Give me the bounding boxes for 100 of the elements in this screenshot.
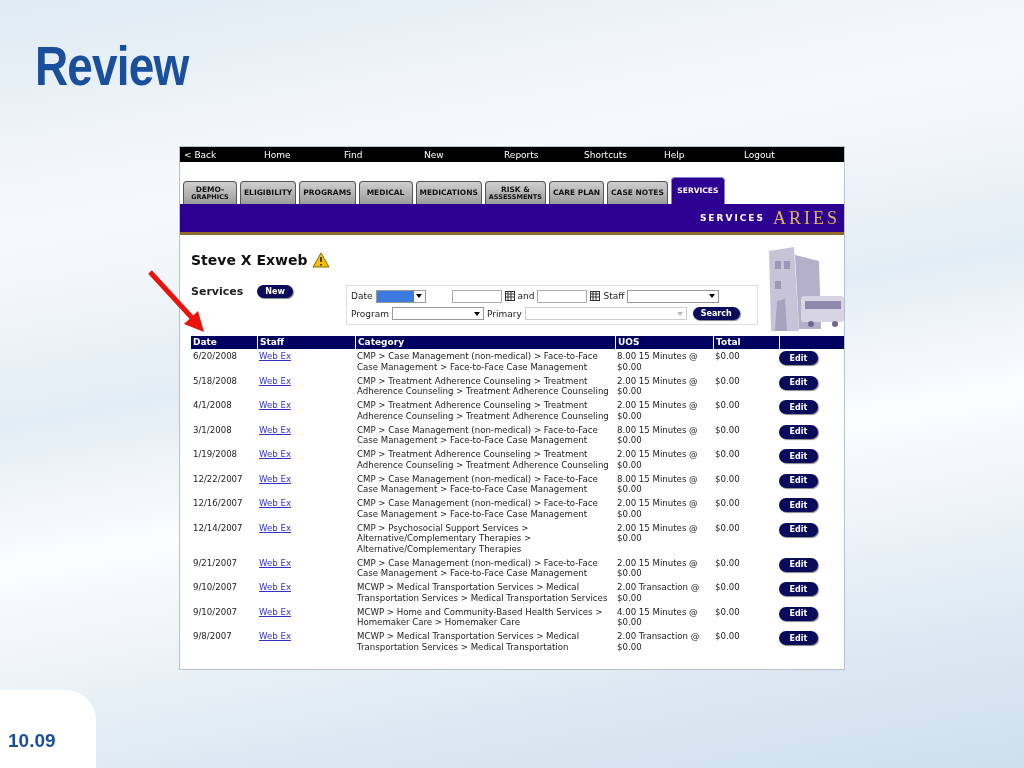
date-cell-text: 9/10/2007 xyxy=(192,605,239,619)
category-cell-text: CMP > Case Management (non-medical) > Face-to-Face Case Management > Face-to-Face Case Management xyxy=(356,350,599,374)
client-name: Steve X Exweb xyxy=(191,252,308,268)
edit-button[interactable]: Edit xyxy=(779,606,818,621)
caret-icon xyxy=(709,294,716,299)
date-input[interactable] xyxy=(451,289,502,303)
edit-button[interactable]: Edit xyxy=(779,582,818,596)
date-cell-text: 9/10/2007 xyxy=(192,581,239,594)
primary-dropdown[interactable] xyxy=(524,307,687,321)
staff-link[interactable]: Web Ex xyxy=(259,582,291,592)
total-cell-text: $0.00 xyxy=(714,581,741,594)
edit-button[interactable]: Edit xyxy=(779,400,818,414)
field-label: Staff xyxy=(603,291,625,302)
nav-link[interactable]: Shortcuts xyxy=(580,149,660,160)
total-cell-text: $0.00 xyxy=(714,497,741,510)
new-button[interactable]: New xyxy=(257,285,293,298)
date-cell-text: 12/16/2007 xyxy=(192,497,244,510)
total-cell-text: $0.00 xyxy=(714,399,741,412)
total-cell-text: $0.00 xyxy=(714,423,741,437)
uos-cell-text: 2.00 Transaction @ $0.00 xyxy=(616,630,701,654)
calendar-icon[interactable] xyxy=(504,291,515,302)
staff-link[interactable]: Web Ex xyxy=(259,473,291,484)
date-input[interactable] xyxy=(537,289,588,303)
calendar-icon[interactable] xyxy=(590,291,601,302)
program-dropdown[interactable] xyxy=(392,307,484,321)
uos-cell-text: 8.00 15 Minutes @ $0.00 xyxy=(616,423,699,447)
caret-icon xyxy=(474,311,480,316)
date-dropdown[interactable] xyxy=(375,289,426,303)
edit-button[interactable]: Edit xyxy=(779,449,818,463)
nav-link[interactable]: Find xyxy=(340,149,420,160)
caret-icon xyxy=(676,311,683,316)
search-button[interactable]: Search xyxy=(692,307,740,321)
uos-cell-text: 2.00 15 Minutes @ $0.00 xyxy=(616,399,699,423)
nav-link[interactable]: Reports xyxy=(500,149,580,160)
warning-icon xyxy=(312,252,331,268)
date-cell-text: 1/19/2008 xyxy=(192,448,239,461)
edit-button[interactable]: Edit xyxy=(779,351,818,365)
logo: ARIES xyxy=(773,207,840,229)
edit-button[interactable]: Edit xyxy=(779,557,818,572)
total-cell-text: $0.00 xyxy=(714,605,741,619)
nav-link[interactable]: Help xyxy=(660,149,740,160)
banner-section-title: SERVICES xyxy=(699,213,765,223)
column-header: Staff xyxy=(257,336,355,349)
uos-cell-text: 2.00 15 Minutes @ $0.00 xyxy=(616,497,699,521)
field-label: Date xyxy=(351,291,373,302)
total-cell-text: $0.00 xyxy=(714,374,741,388)
uos-cell-text: 4.00 15 Minutes @ $0.00 xyxy=(616,605,699,629)
nav-link[interactable]: < Back xyxy=(180,149,260,160)
total-cell-text: $0.00 xyxy=(714,556,741,570)
staff-link[interactable]: Web Ex xyxy=(259,557,291,568)
uos-cell-text: 2.00 15 Minutes @ $0.00 xyxy=(616,448,699,472)
slide-title: Review xyxy=(35,36,189,96)
staff-link[interactable]: Web Ex xyxy=(259,606,291,617)
edit-button[interactable]: Edit xyxy=(779,424,818,439)
caret-icon xyxy=(415,294,422,299)
category-cell-text: CMP > Treatment Adherence Counseling > Treatment Adherence Counseling > Treatment Adherence Counseling xyxy=(356,448,610,472)
edit-button[interactable]: Edit xyxy=(779,631,818,645)
category-cell-text: CMP > Treatment Adherence Counseling > Treatment Adherence Counseling > Treatment Adherence Counseling xyxy=(356,374,610,398)
column-header: Date xyxy=(191,336,257,349)
edit-button[interactable]: Edit xyxy=(779,498,818,512)
staff-dropdown[interactable] xyxy=(627,289,720,303)
date-cell-text: 12/22/2007 xyxy=(192,472,244,486)
date-cell-text: 4/1/2008 xyxy=(192,399,233,412)
staff-link[interactable]: Web Ex xyxy=(259,498,291,508)
date-cell-text: 12/14/2007 xyxy=(192,521,244,535)
category-cell-text: MCWP > Home and Community-Based Health Services > Homemaker Care > Homemaker Care xyxy=(356,605,604,629)
staff-link[interactable]: Web Ex xyxy=(259,424,291,435)
uos-cell-text: 2.00 15 Minutes @ $0.00 xyxy=(616,521,699,545)
uos-cell-text: 8.00 15 Minutes @ $0.00 xyxy=(616,472,699,496)
edit-button[interactable]: Edit xyxy=(779,473,818,488)
edit-button[interactable]: Edit xyxy=(779,522,818,537)
date-cell-text: 5/18/2008 xyxy=(192,374,239,388)
staff-link[interactable]: Web Ex xyxy=(259,449,291,459)
total-cell-text: $0.00 xyxy=(714,521,741,535)
date-cell-text: 9/21/2007 xyxy=(192,556,239,570)
date-cell-text: 9/8/2007 xyxy=(192,630,233,643)
nav-link[interactable]: Logout xyxy=(740,149,820,160)
staff-link[interactable]: Web Ex xyxy=(259,522,291,533)
edit-button[interactable]: Edit xyxy=(779,375,818,390)
staff-link[interactable]: Web Ex xyxy=(259,400,291,410)
staff-link[interactable]: Web Ex xyxy=(259,351,291,361)
field-label: Primary xyxy=(487,308,522,319)
uos-cell-text: 2.00 Transaction @ $0.00 xyxy=(616,581,701,605)
field-label: Program xyxy=(351,308,389,319)
uos-cell-text: 2.00 15 Minutes @ $0.00 xyxy=(616,556,699,580)
uos-cell-text: 8.00 15 Minutes @ $0.00 xyxy=(616,350,699,374)
column-header: UOS xyxy=(615,336,713,349)
staff-link[interactable]: Web Ex xyxy=(259,375,291,386)
category-cell-text: CMP > Case Management (non-medical) > Face-to-Face Case Management > Face-to-Face Case Management xyxy=(356,556,599,580)
category-cell-text: CMP > Case Management (non-medical) > Face-to-Face Case Management > Face-to-Face Case Management xyxy=(356,423,599,447)
nav-link[interactable]: New xyxy=(420,149,500,160)
category-cell-text: CMP > Case Management (non-medical) > Face-to-Face Case Management > Face-to-Face Case Management xyxy=(356,497,599,521)
category-cell-text: CMP > Psychosocial Support Services > Alternative/Complementary Therapies > Alternative/Complementary Therapies xyxy=(356,521,533,556)
staff-link[interactable]: Web Ex xyxy=(259,631,291,641)
nav-link[interactable]: Home xyxy=(260,149,340,160)
field-label: and xyxy=(517,291,535,302)
total-cell-text: $0.00 xyxy=(714,472,741,486)
uos-cell-text: 2.00 15 Minutes @ $0.00 xyxy=(616,374,699,398)
total-cell-text: $0.00 xyxy=(714,630,741,643)
column-header: Category xyxy=(355,336,615,349)
